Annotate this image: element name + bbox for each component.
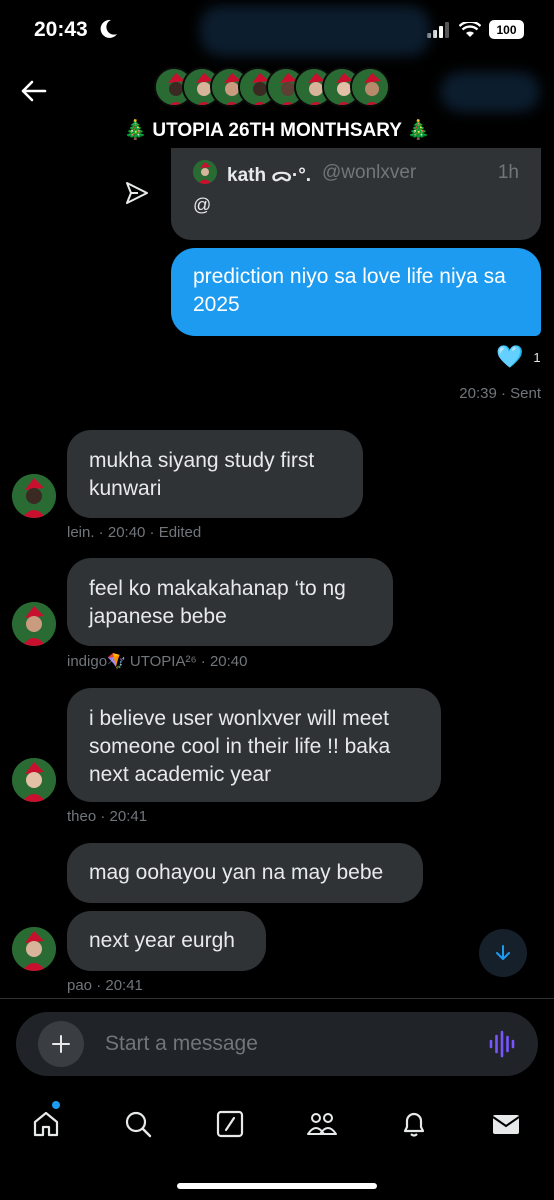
message-meta: lein. · 20:40 · Edited [67,524,202,541]
member-avatar [350,67,390,107]
voice-message-icon[interactable] [488,1030,516,1058]
avatar[interactable] [12,758,56,802]
home-indicator [177,1183,377,1189]
message-meta: pao · 20:41 [67,977,143,994]
sent-message-bubble[interactable]: prediction niyo sa love life niya sa 202… [171,248,541,336]
tab-home[interactable] [28,1106,64,1142]
wifi-icon [459,21,481,37]
tab-messages[interactable] [488,1106,524,1142]
avatar[interactable] [12,474,56,518]
envelope-icon [492,1115,520,1134]
status-time: 20:43 [34,18,88,41]
received-message-bubble[interactable]: mag oohayou yan na may bebe [67,843,423,903]
received-message-bubble[interactable]: mukha siyang study first kunwari [67,430,363,518]
received-message-bubble[interactable]: next year eurgh [67,911,266,971]
message-meta: indigo🪁 UTOPIA²⁶ · 20:40 [67,653,248,670]
home-icon [33,1111,59,1137]
scroll-to-bottom-button[interactable] [479,929,527,977]
conversation-header: 🎄 UTOPIA 26TH MONTHSARY 🎄 [0,60,554,156]
divider [0,998,554,999]
message-meta: theo · 20:41 [67,808,148,825]
group-title[interactable]: 🎄 UTOPIA 26TH MONTHSARY 🎄 [0,118,554,142]
sent-message-meta: 20:39 · Sent [459,385,541,402]
battery-indicator: 100 [489,20,524,39]
tab-communities[interactable] [304,1106,340,1142]
search-icon [125,1111,152,1138]
received-message-bubble[interactable]: i believe user wonlxver will meet someon… [67,688,441,802]
status-icons: 100 [427,20,524,39]
group-avatars[interactable] [154,67,390,107]
moon-icon [100,19,117,38]
cellular-signal-icon [427,21,449,38]
tab-search[interactable] [120,1106,156,1142]
plus-icon [52,1035,70,1053]
post-author-name: kath ᯅ·°. [227,165,312,186]
post-author-handle: @wonlxver [322,162,417,183]
heart-reaction-icon: 🩵 [496,344,524,369]
message-composer [16,1012,538,1076]
shared-post-card[interactable]: kath ᯅ·°. @wonlxver 1h @ [171,148,541,240]
post-text: @ [193,195,212,215]
avatar[interactable] [12,927,56,971]
tab-grok[interactable] [212,1106,248,1142]
reaction-count: 1 [533,349,541,365]
communities-icon [307,1113,337,1135]
unread-dot [52,1101,60,1109]
tab-bar [0,1100,554,1160]
received-message-bubble[interactable]: feel ko makakahanap ‘to ng japanese bebe [67,558,393,646]
avatar[interactable] [12,602,56,646]
tab-notifications[interactable] [396,1106,432,1142]
add-media-button[interactable] [38,1021,84,1067]
share-icon[interactable] [124,180,150,206]
message-input[interactable] [105,1030,445,1058]
grok-icon [216,1110,244,1138]
arrow-down-icon [496,945,510,960]
avatar [193,160,217,184]
blurred-background [200,6,430,56]
bell-icon [403,1112,425,1137]
back-arrow-icon[interactable] [18,76,48,106]
message-reaction[interactable]: 🩵 1 [496,344,541,370]
post-time: 1h [497,162,519,183]
